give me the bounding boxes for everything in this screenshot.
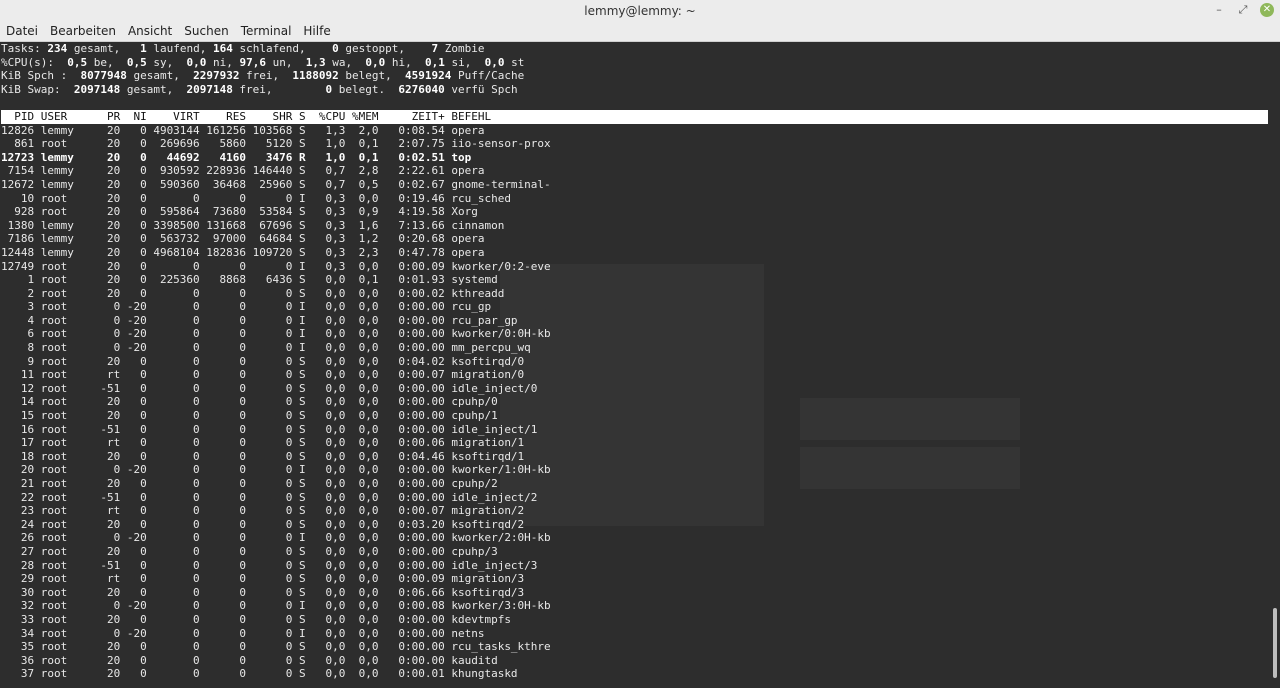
process-row: 7186 lemmy 20 0 563732 97000 64684 S 0,3…	[1, 232, 485, 246]
process-row: 30 root 20 0 0 0 0 S 0,0 0,0 0:06.66 kso…	[1, 585, 525, 599]
minimize-icon[interactable]: –	[1212, 3, 1226, 17]
process-row: 10 root 20 0 0 0 0 I 0,3 0,0 0:19.46 rcu…	[1, 191, 511, 205]
menu-datei[interactable]: Datei	[0, 21, 44, 41]
top-output: Tasks: 234 gesamt, 1 laufend, 164 schlaf…	[1, 42, 1268, 681]
process-row: 16 root -51 0 0 0 0 S 0,0 0,0 0:00.00 id…	[1, 422, 538, 436]
process-row: 12 root -51 0 0 0 0 S 0,0 0,0 0:00.00 id…	[1, 381, 538, 395]
process-row: 12672 lemmy 20 0 590360 36468 25960 S 0,…	[1, 177, 551, 191]
summary-tasks: Tasks: 234 gesamt, 1 laufend, 164 schlaf…	[1, 42, 485, 55]
maximize-icon[interactable]: ⤢	[1236, 3, 1250, 17]
process-row: 34 root 0 -20 0 0 0 I 0,0 0,0 0:00.00 ne…	[1, 626, 485, 640]
process-table-header: PID USER PR NI VIRT RES SHR S %CPU %MEM …	[1, 109, 1268, 124]
process-row: 12448 lemmy 20 0 4968104 182836 109720 S…	[1, 245, 485, 259]
terminal-scrollbar[interactable]	[1273, 608, 1277, 678]
terminal-window: lemmy@lemmy: ~ – ⤢ ✕ Datei Bearbeiten An…	[0, 0, 1280, 688]
process-row: 35 root 20 0 0 0 0 S 0,0 0,0 0:00.00 rcu…	[1, 640, 551, 654]
process-row: 1380 lemmy 20 0 3398500 131668 67696 S 0…	[1, 218, 505, 232]
process-row: 29 root rt 0 0 0 0 S 0,0 0,0 0:00.09 mig…	[1, 572, 525, 586]
window-title: lemmy@lemmy: ~	[584, 4, 696, 18]
process-row: 26 root 0 -20 0 0 0 I 0,0 0,0 0:00.00 kw…	[1, 531, 551, 545]
menu-bearbeiten[interactable]: Bearbeiten	[44, 21, 122, 41]
title-bar[interactable]: lemmy@lemmy: ~ – ⤢ ✕	[0, 0, 1280, 21]
process-row: 17 root rt 0 0 0 0 S 0,0 0,0 0:00.06 mig…	[1, 436, 525, 450]
process-row: 1 root 20 0 225360 8868 6436 S 0,0 0,1 0…	[1, 273, 498, 287]
process-row: 18 root 20 0 0 0 0 S 0,0 0,0 0:04.46 kso…	[1, 449, 525, 463]
process-row: 12749 root 20 0 0 0 0 I 0,3 0,0 0:00.09 …	[1, 259, 551, 273]
process-row: 36 root 20 0 0 0 0 S 0,0 0,0 0:00.00 kau…	[1, 653, 498, 667]
process-row: 2 root 20 0 0 0 0 S 0,0 0,0 0:00.02 kthr…	[1, 286, 505, 300]
process-row: 33 root 20 0 0 0 0 S 0,0 0,0 0:00.00 kde…	[1, 612, 511, 626]
process-row: 24 root 20 0 0 0 0 S 0,0 0,0 0:03.20 kso…	[1, 517, 525, 531]
menu-bar: Datei Bearbeiten Ansicht Suchen Terminal…	[0, 21, 1280, 42]
summary-swap: KiB Swap: 2097148 gesamt, 2097148 frei, …	[1, 82, 518, 96]
process-row: 23 root rt 0 0 0 0 S 0,0 0,0 0:00.07 mig…	[1, 504, 525, 518]
menu-ansicht[interactable]: Ansicht	[122, 21, 178, 41]
summary-cpu: %CPU(s): 0,5 be, 0,5 sy, 0,0 ni, 97,6 un…	[1, 55, 525, 69]
menu-terminal[interactable]: Terminal	[235, 21, 298, 41]
process-row: 11 root rt 0 0 0 0 S 0,0 0,0 0:00.07 mig…	[1, 368, 525, 382]
terminal-area[interactable]: Tasks: 234 gesamt, 1 laufend, 164 schlaf…	[0, 42, 1280, 688]
process-row: 7154 lemmy 20 0 930592 228936 146440 S 0…	[1, 164, 485, 178]
process-row: 12826 lemmy 20 0 4903144 161256 103568 S…	[1, 123, 485, 137]
process-row: 14 root 20 0 0 0 0 S 0,0 0,0 0:00.00 cpu…	[1, 395, 498, 409]
process-row: 21 root 20 0 0 0 0 S 0,0 0,0 0:00.00 cpu…	[1, 477, 498, 490]
process-row: 861 root 20 0 269696 5860 5120 S 1,0 0,1…	[1, 137, 551, 151]
process-row: 8 root 0 -20 0 0 0 I 0,0 0,0 0:00.00 mm_…	[1, 341, 531, 355]
process-row: 27 root 20 0 0 0 0 S 0,0 0,0 0:00.00 cpu…	[1, 544, 498, 558]
process-row: 22 root -51 0 0 0 0 S 0,0 0,0 0:00.00 id…	[1, 490, 538, 504]
process-row: 12723 lemmy 20 0 44692 4160 3476 R 1,0 0…	[1, 150, 472, 164]
window-controls: – ⤢ ✕	[1212, 2, 1274, 18]
menu-suchen[interactable]: Suchen	[178, 21, 234, 41]
summary-memory: KiB Spch : 8077948 gesamt, 2297932 frei,…	[1, 69, 525, 83]
process-row: 15 root 20 0 0 0 0 S 0,0 0,0 0:00.00 cpu…	[1, 409, 498, 423]
process-row: 928 root 20 0 595864 73680 53584 S 0,3 0…	[1, 205, 478, 219]
process-row: 32 root 0 -20 0 0 0 I 0,0 0,0 0:00.08 kw…	[1, 599, 551, 613]
process-row: 20 root 0 -20 0 0 0 I 0,0 0,0 0:00.00 kw…	[1, 463, 551, 477]
close-icon[interactable]: ✕	[1260, 3, 1274, 17]
process-row: 4 root 0 -20 0 0 0 I 0,0 0,0 0:00.00 rcu…	[1, 313, 518, 327]
menu-hilfe[interactable]: Hilfe	[297, 21, 336, 41]
process-row: 3 root 0 -20 0 0 0 I 0,0 0,0 0:00.00 rcu…	[1, 300, 492, 314]
process-row: 37 root 20 0 0 0 0 S 0,0 0,0 0:00.01 khu…	[1, 667, 518, 681]
process-row: 28 root -51 0 0 0 0 S 0,0 0,0 0:00.00 id…	[1, 558, 538, 572]
process-row: 9 root 20 0 0 0 0 S 0,0 0,0 0:04.02 ksof…	[1, 354, 525, 368]
process-row: 6 root 0 -20 0 0 0 I 0,0 0,0 0:00.00 kwo…	[1, 327, 551, 341]
